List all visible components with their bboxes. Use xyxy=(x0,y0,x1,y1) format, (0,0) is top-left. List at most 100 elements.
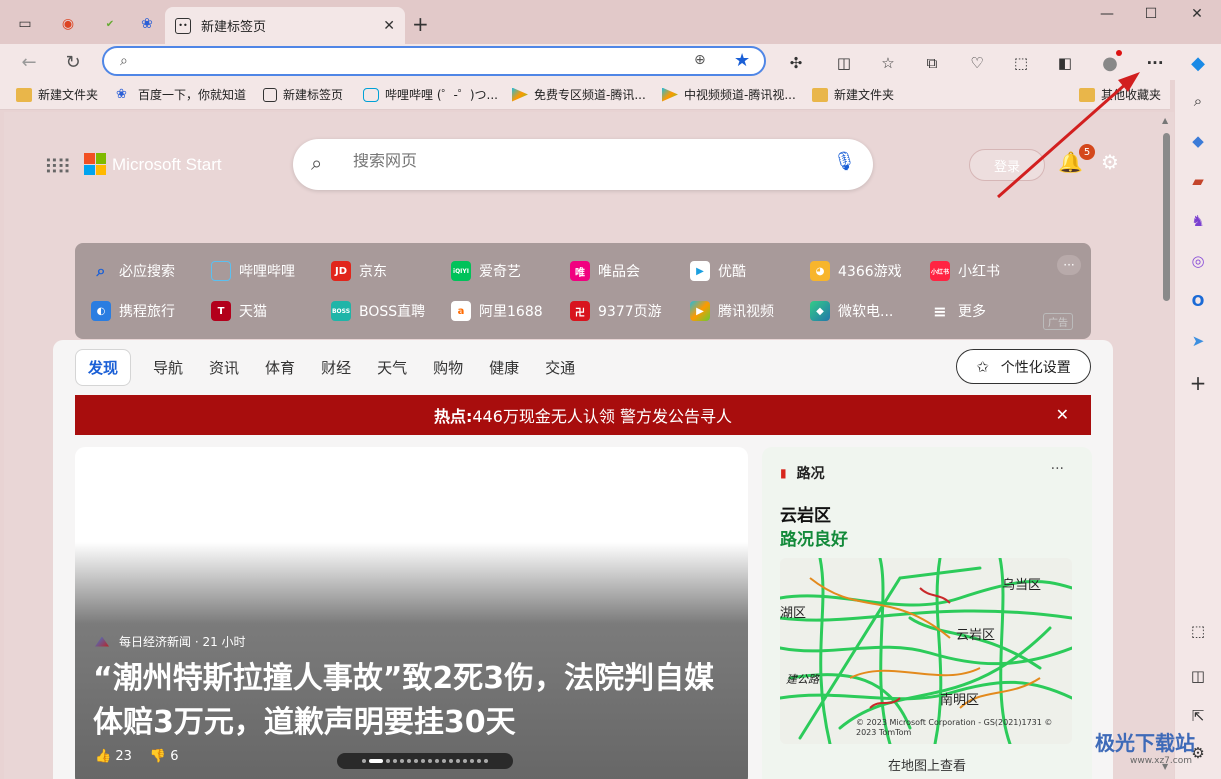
quick-link-label: 天猫 xyxy=(239,304,267,320)
tab-finance[interactable]: 财经 xyxy=(321,357,351,378)
quick-link[interactable]: T 天猫 xyxy=(211,301,267,321)
open-external-icon[interactable]: ⇱ xyxy=(1187,705,1209,727)
tab-close-icon[interactable]: ✕ xyxy=(383,18,395,34)
quick-link-label: 京东 xyxy=(359,264,387,280)
address-input[interactable] xyxy=(150,51,670,71)
quick-link[interactable]: ≡ 更多 xyxy=(930,301,986,321)
bookmark-item[interactable]: 新建文件夹 xyxy=(812,86,894,103)
tab-discover[interactable]: 发现 xyxy=(75,348,132,386)
minimize-button[interactable]: — xyxy=(1087,6,1127,22)
outlook-icon[interactable]: O xyxy=(1187,290,1209,312)
quick-link[interactable]: ▶ 优酷 xyxy=(690,261,746,281)
close-icon[interactable]: ✕ xyxy=(1056,405,1069,424)
login-button[interactable]: 登录 xyxy=(969,149,1045,181)
other-bookmarks[interactable]: 其他收藏夹 xyxy=(1079,86,1161,103)
carousel-indicator[interactable] xyxy=(337,753,513,769)
refresh-button[interactable]: ↻ xyxy=(58,48,88,76)
microphone-icon[interactable]: 🎙 xyxy=(833,151,856,172)
tab-health[interactable]: 健康 xyxy=(489,357,519,378)
like-button[interactable]: 👍 23 xyxy=(95,749,132,764)
quick-link[interactable]: iQIYI 爱奇艺 xyxy=(451,261,521,281)
baidu-tab-icon[interactable]: ❀ xyxy=(133,10,161,38)
xiaohongshu-icon: 小红书 xyxy=(930,261,950,281)
hot-news-banner[interactable]: 热点: 446万现金无人认领 警方发公告寻人 ✕ xyxy=(75,395,1091,435)
quick-link[interactable]: 小红书 小红书 xyxy=(930,261,1000,281)
tab-traffic[interactable]: 交通 xyxy=(545,357,575,378)
quick-link[interactable]: ⌕ 必应搜索 xyxy=(91,261,175,281)
sparkle-star-icon: ✩ xyxy=(976,357,989,376)
feed-panel: 发现 导航 资讯 体育 财经 天气 购物 健康 交通 ✩ 个性化设置 热点: 4… xyxy=(53,340,1113,779)
favorites-icon[interactable]: ☆ xyxy=(876,52,900,74)
tab-shopping[interactable]: 购物 xyxy=(433,357,463,378)
tab-sports[interactable]: 体育 xyxy=(265,357,295,378)
settings-gear-icon[interactable]: ⚙ xyxy=(1101,150,1119,174)
feed-nav-tabs: 发现 导航 资讯 体育 财经 天气 购物 健康 交通 xyxy=(75,348,601,386)
scroll-up-arrow[interactable]: ▲ xyxy=(1162,116,1168,125)
card-more-icon[interactable]: ··· xyxy=(1051,461,1064,477)
quick-link[interactable]: 哔哩哔哩 xyxy=(211,261,295,281)
add-app-icon[interactable]: + xyxy=(1187,371,1209,395)
web-search-box[interactable]: ⌕ 🎙 xyxy=(293,139,873,190)
quick-link[interactable]: ◐ 携程旅行 xyxy=(91,301,175,321)
active-tab[interactable]: •• 新建标签页 ✕ xyxy=(165,7,405,44)
dislike-button[interactable]: 👎 6 xyxy=(150,749,179,764)
more-menu-icon[interactable]: ··· xyxy=(1143,52,1167,74)
bookmark-label: 新建文件夹 xyxy=(38,88,99,102)
screenshot-icon[interactable]: ⬚ xyxy=(1009,52,1033,74)
quick-link[interactable]: a 阿里1688 xyxy=(451,301,543,321)
traffic-map[interactable]: 乌当区 湖区 云岩区 南明区 建公路 © 2023 Microsoft Corp… xyxy=(780,558,1072,744)
tab-news[interactable]: 资讯 xyxy=(209,357,239,378)
zoom-icon[interactable]: ⊕ xyxy=(694,52,706,68)
sidebar-toggle-icon[interactable]: ◧ xyxy=(1053,52,1077,74)
quick-link[interactable]: 卍 9377页游 xyxy=(570,301,662,321)
address-bar[interactable]: ⌕ ⊕ ★ xyxy=(102,46,766,76)
extensions-icon[interactable]: ✣ xyxy=(784,52,808,74)
quick-links-more-icon[interactable]: ··· xyxy=(1057,255,1081,275)
hao-tab-icon[interactable]: ✔ xyxy=(96,10,124,38)
games-icon[interactable]: ♞ xyxy=(1187,210,1209,232)
quick-link[interactable]: ◆ 微软电... xyxy=(810,301,893,321)
tab-navigation[interactable]: 导航 xyxy=(153,357,183,378)
weibo-tab-icon[interactable]: ◉ xyxy=(54,10,82,38)
article-headline[interactable]: “潮州特斯拉撞人事故”致2死3伤，法院判自媒体赔3万元，道歉声明要挂30天 xyxy=(93,657,733,745)
quick-link-label: 必应搜索 xyxy=(119,264,175,280)
screenshot-sidebar-icon[interactable]: ⬚ xyxy=(1187,620,1209,642)
collections-icon[interactable]: ⧉ xyxy=(920,52,944,74)
search-icon[interactable]: ⌕ xyxy=(1187,90,1209,112)
tab-weather[interactable]: 天气 xyxy=(377,357,407,378)
favorite-star-icon[interactable]: ★ xyxy=(734,50,750,71)
bookmark-item[interactable]: 免费专区频道-腾讯... xyxy=(512,86,646,103)
scrollbar-thumb[interactable] xyxy=(1163,133,1170,301)
quick-link[interactable]: BOSS BOSS直聘 xyxy=(331,301,425,321)
drop-icon[interactable]: ➤ xyxy=(1187,330,1209,352)
back-button[interactable]: ← xyxy=(14,48,44,76)
copilot-icon[interactable]: ◆ xyxy=(1186,52,1210,74)
9377-icon: 卍 xyxy=(570,301,590,321)
bookmark-item[interactable]: 新建标签页 xyxy=(263,86,343,103)
personalize-button[interactable]: ✩ 个性化设置 xyxy=(956,349,1091,384)
web-search-input[interactable] xyxy=(353,153,813,171)
news-card[interactable]: 每日经济新闻 · 21 小时 “潮州特斯拉撞人事故”致2死3伤，法院判自媒体赔3… xyxy=(75,447,748,779)
shopping-tag-icon[interactable]: ◆ xyxy=(1187,130,1209,152)
quick-link[interactable]: JD 京东 xyxy=(331,261,387,281)
view-on-map-link[interactable]: 在地图上查看 xyxy=(762,755,1092,774)
close-window-button[interactable]: ✕ xyxy=(1177,6,1217,22)
browser-essentials-icon[interactable]: ♡ xyxy=(965,52,989,74)
app-launcher-icon[interactable]: ⠿⠿ xyxy=(44,155,71,179)
tab-actions-icon[interactable]: ▭ xyxy=(11,10,39,38)
quick-link[interactable]: 唯唯品会 xyxy=(570,261,640,281)
quick-link[interactable]: ▶ 腾讯视频 xyxy=(690,301,774,321)
bookmark-item[interactable]: 中视频频道-腾讯视... xyxy=(662,86,796,103)
panel-icon[interactable]: ◫ xyxy=(1187,665,1209,687)
maximize-button[interactable]: ☐ xyxy=(1131,6,1171,22)
m365-icon[interactable]: ◎ xyxy=(1187,250,1209,272)
quick-link[interactable]: ◕ 4366游戏 xyxy=(810,261,902,281)
bookmark-item[interactable]: ❀ 百度一下，你就知道 xyxy=(116,86,246,103)
new-tab-button[interactable]: + xyxy=(412,12,429,36)
bookmark-item[interactable]: 哔哩哔哩 (゜-゜)つ... xyxy=(363,86,498,103)
dislike-count: 6 xyxy=(170,749,179,764)
split-screen-icon[interactable]: ◫ xyxy=(832,52,856,74)
tab-title: 新建标签页 xyxy=(201,20,267,35)
bookmark-item[interactable]: 新建文件夹 xyxy=(16,86,98,103)
tools-icon[interactable]: ▰ xyxy=(1187,170,1209,192)
